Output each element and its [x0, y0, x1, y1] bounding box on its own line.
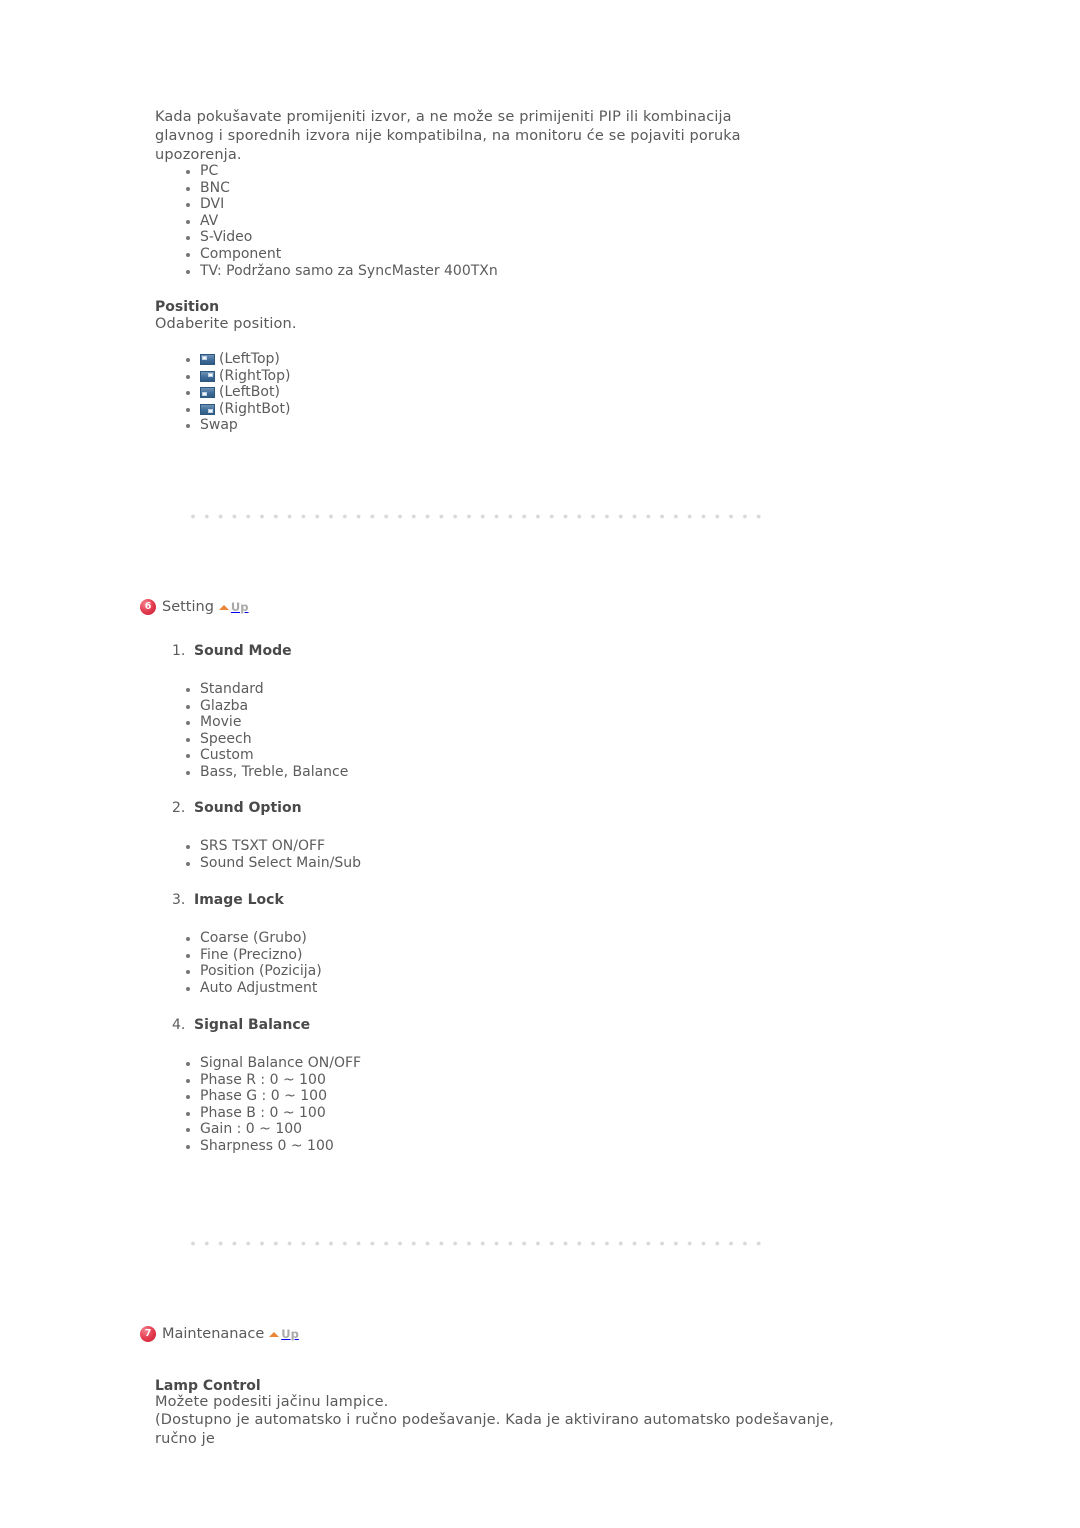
setting-item-label: Signal Balance [194, 1017, 311, 1033]
list-item-source: PC [183, 163, 498, 180]
position-option-label: (LeftTop) [219, 351, 280, 367]
list-item-position: (RightTop) [183, 368, 290, 385]
list-item: Movie [183, 714, 348, 731]
section-title: Setting [162, 599, 214, 615]
list-item: Gain : 0 ~ 100 [183, 1121, 361, 1138]
list-item-source: TV: Podržano samo za SyncMaster 400TXn [183, 263, 498, 280]
list-item-position: (RightBot) [183, 401, 290, 418]
setting-item-heading: 3. Image Lock [172, 892, 284, 908]
intro-paragraph: Kada pokušavate promijeniti izvor, a ne … [155, 109, 741, 163]
up-arrow-icon [218, 605, 229, 610]
list-item: Glazba [183, 698, 348, 715]
list-item: SRS TSXT ON/OFF [183, 838, 361, 855]
sound-option-list: SRS TSXT ON/OFF Sound Select Main/Sub [183, 838, 361, 871]
setting-item-heading: 4. Signal Balance [172, 1017, 310, 1033]
list-item-source: AV [183, 213, 498, 230]
setting-item-heading: 2. Sound Option [172, 800, 302, 816]
signal-balance-list: Signal Balance ON/OFF Phase R : 0 ~ 100 … [183, 1055, 361, 1155]
up-link-label: Up [281, 1327, 299, 1341]
list-item: Fine (Precizno) [183, 947, 322, 964]
document-page: Kada pokušavate promijeniti izvor, a ne … [0, 0, 1080, 1528]
up-link[interactable]: Up [218, 600, 249, 614]
list-item: Signal Balance ON/OFF [183, 1055, 361, 1072]
position-option-label: Swap [200, 417, 238, 434]
image-lock-list: Coarse (Grubo) Fine (Precizno) Position … [183, 930, 322, 996]
list-item: Speech [183, 731, 348, 748]
list-item-source: Component [183, 246, 498, 263]
list-item-source: S-Video [183, 229, 498, 246]
position-description: Odaberite position. [155, 316, 297, 332]
pip-rightbot-icon [200, 403, 215, 415]
lamp-control-heading: Lamp Control [155, 1378, 261, 1394]
setting-item-label: Sound Option [194, 800, 302, 816]
position-option-list: (LeftTop) (RightTop) (LeftBot) (RightBot… [183, 351, 290, 434]
position-option-label: (LeftBot) [219, 384, 280, 401]
list-item: Standard [183, 681, 348, 698]
setting-item-number: 3. [172, 892, 186, 908]
position-option-label: (RightBot) [219, 400, 291, 417]
pip-righttop-icon [200, 370, 215, 382]
pip-leftbot-icon [200, 387, 215, 399]
section-divider [190, 513, 762, 520]
source-list: PC BNC DVI AV S-Video Component TV: Podr… [183, 163, 498, 279]
section-divider [190, 1240, 762, 1247]
sound-mode-list: Standard Glazba Movie Speech Custom Bass… [183, 681, 348, 781]
list-item-source: DVI [183, 196, 498, 213]
setting-item-number: 1. [172, 643, 186, 659]
position-option-label: (RightTop) [219, 367, 291, 384]
up-link-label: Up [230, 600, 249, 614]
maintenance-section-header: 7 Maintenanace Up [140, 1326, 299, 1342]
list-item: Coarse (Grubo) [183, 930, 322, 947]
section-title: Maintenanace [162, 1326, 265, 1342]
setting-item-number: 2. [172, 800, 186, 816]
lamp-control-line-1: Možete podesiti jačinu lampice. [155, 1394, 389, 1410]
list-item: Sharpness 0 ~ 100 [183, 1138, 361, 1155]
list-item-position: (LeftTop) [183, 351, 290, 368]
list-item-source: BNC [183, 180, 498, 197]
list-item: Phase G : 0 ~ 100 [183, 1088, 361, 1105]
setting-item-label: Sound Mode [194, 643, 292, 659]
list-item: Auto Adjustment [183, 980, 322, 997]
setting-item-heading: 1. Sound Mode [172, 643, 292, 659]
list-item-position: Swap [183, 417, 290, 434]
setting-section-header: 6 Setting Up [140, 599, 249, 615]
lamp-control-line-2: (Dostupno je automatsko i ručno podešava… [155, 1412, 834, 1447]
setting-item-number: 4. [172, 1017, 186, 1033]
list-item: Sound Select Main/Sub [183, 855, 361, 872]
list-item: Custom [183, 747, 348, 764]
list-item: Phase B : 0 ~ 100 [183, 1105, 361, 1122]
position-heading: Position [155, 299, 220, 315]
up-arrow-icon [269, 1332, 280, 1337]
section-number-badge: 6 [140, 599, 156, 615]
up-link[interactable]: Up [269, 1327, 299, 1341]
list-item-position: (LeftBot) [183, 384, 290, 401]
section-number-badge: 7 [140, 1326, 156, 1342]
setting-item-label: Image Lock [194, 892, 284, 908]
list-item: Phase R : 0 ~ 100 [183, 1072, 361, 1089]
list-item: Position (Pozicija) [183, 963, 322, 980]
pip-lefttop-icon [200, 354, 215, 365]
list-item: Bass, Treble, Balance [183, 764, 348, 781]
